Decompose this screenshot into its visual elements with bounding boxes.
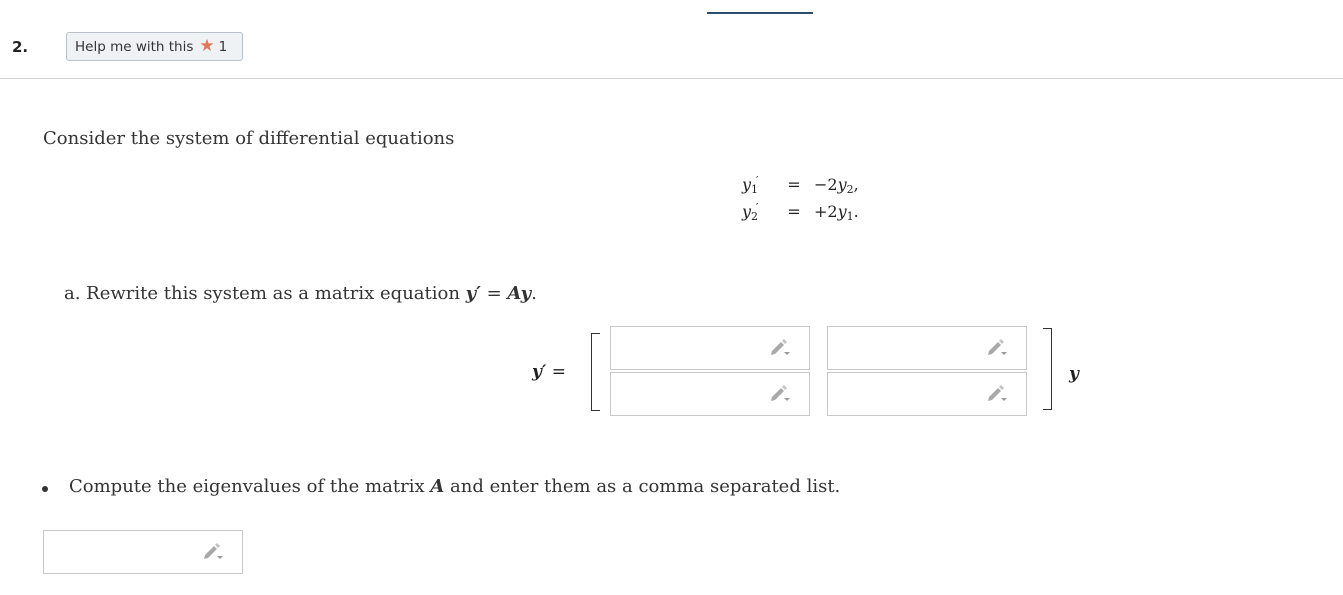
eigenvalues-input[interactable]: [43, 530, 243, 574]
left-bracket: [591, 333, 600, 411]
right-bracket: [1043, 328, 1052, 410]
header-divider: [0, 78, 1343, 79]
matrix-input-r2c1[interactable]: [610, 372, 810, 416]
star-icon: ★: [199, 36, 215, 56]
equation-row-1: y1′ = −2y2,: [742, 174, 859, 196]
matrix-equation-lhs: y′ =: [532, 362, 567, 382]
pencil-icon: [771, 385, 790, 401]
help-count: 1: [218, 38, 228, 55]
bullet-point: [42, 486, 48, 492]
question-number: 2.: [12, 38, 29, 56]
equation-row-2: y2′ = +2y1.: [742, 201, 859, 223]
intro-text: Consider the system of differential equa…: [43, 128, 455, 149]
matrix-input-r2c2[interactable]: [827, 372, 1027, 416]
pencil-icon: [204, 543, 223, 559]
part-b-prompt: Compute the eigenvalues of the matrix A …: [69, 476, 841, 497]
help-me-button[interactable]: Help me with this ★ 1: [66, 32, 243, 61]
part-a-prompt: a. Rewrite this system as a matrix equat…: [64, 283, 537, 304]
equation-system: y1′ = −2y2, y2′ = +2y1.: [742, 174, 894, 228]
matrix-equation-rhs: y: [1069, 364, 1079, 384]
pencil-icon: [771, 339, 790, 355]
top-accent-line: [707, 12, 813, 14]
matrix-input-r1c1[interactable]: [610, 326, 810, 370]
help-button-label: Help me with this: [75, 38, 194, 55]
pencil-icon: [988, 339, 1007, 355]
pencil-icon: [988, 385, 1007, 401]
matrix-input-r1c2[interactable]: [827, 326, 1027, 370]
